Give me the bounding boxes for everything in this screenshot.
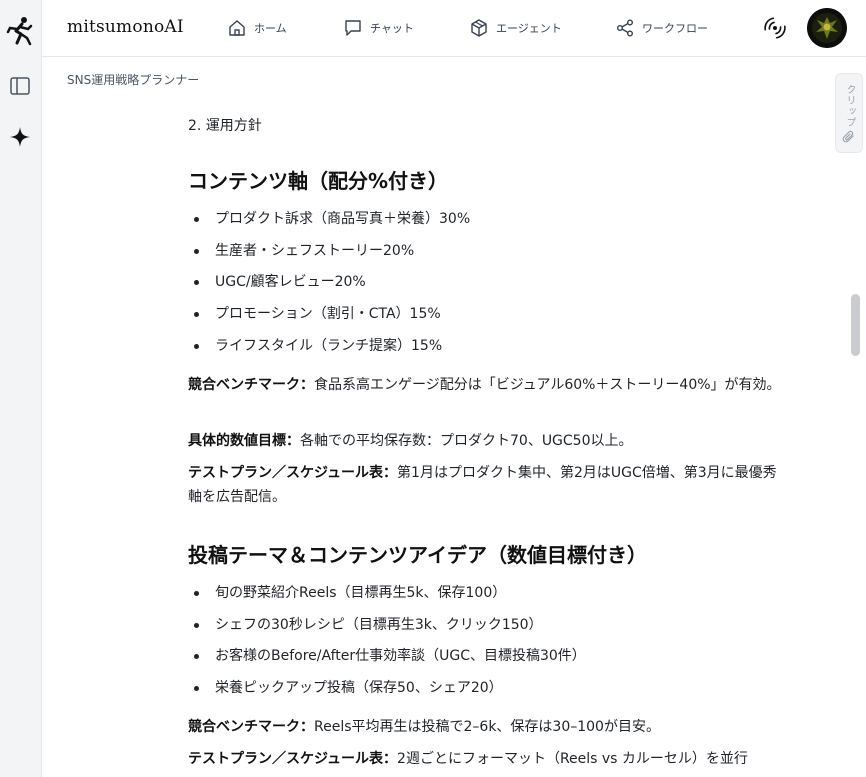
list-item: ライフスタイル（ランチ提案）15% [188, 336, 470, 368]
sparkle-icon[interactable] [9, 126, 31, 148]
chat-bubble-icon [345, 20, 361, 36]
sidebar-toggle-icon[interactable] [9, 75, 31, 97]
nav-agent[interactable]: エージェント [470, 17, 562, 39]
list-item: UGC/顧客レビュー20% [188, 272, 470, 304]
list-item: 旬の野菜紹介Reels（目標再生5k、保存100） [188, 583, 586, 615]
clip-tab-label: クリップ [844, 84, 855, 128]
broadcast-icon[interactable] [764, 17, 786, 39]
post-themes-list: 旬の野菜紹介Reels（目標再生5k、保存100） シェフの30秒レシピ（目標再… [188, 583, 586, 710]
test-plan-paragraph-2: テストプラン／スケジュール表：2週ごとにフォーマット（Reels vs カルーセ… [188, 747, 783, 771]
nav-chat-label: チャット [370, 22, 414, 35]
list-item: お客様のBefore/After仕事効率談（UGC、目標投稿30件） [188, 646, 586, 678]
scrollbar-thumb[interactable] [851, 294, 860, 356]
nav-chat[interactable]: チャット [344, 17, 414, 39]
avatar-figure-icon [807, 8, 847, 48]
nav-workflow[interactable]: ワークフロー [616, 17, 708, 39]
runner-logo-icon[interactable] [6, 16, 34, 46]
benchmark-label: 競合ベンチマーク： [188, 377, 314, 393]
list-item: シェフの30秒レシピ（目標再生3k、クリック150） [188, 615, 586, 647]
left-rail [0, 0, 42, 777]
brand-name[interactable]: mitsumonoAI [67, 17, 184, 37]
target-text: 各軸での平均保存数：プロダクト70、UGC50以上。 [300, 433, 633, 449]
section-heading-content-axis: コンテンツ軸（配分%付き） [188, 169, 449, 193]
list-item: プロモーション（割引・CTA）15% [188, 304, 470, 336]
paperclip-icon [842, 130, 854, 143]
test-plan-label: テストプラン／スケジュール表： [188, 465, 398, 481]
list-item: プロダクト訴求（商品写真＋栄養）30% [188, 209, 470, 241]
section-heading-post-themes: 投稿テーマ＆コンテンツアイデア（数値目標付き） [188, 543, 647, 567]
top-header: mitsumonoAI ホーム チャット エージェント ワークフロー [42, 0, 866, 57]
nav-home[interactable]: ホーム [228, 17, 287, 39]
list-item: 栄養ピックアップ投稿（保存50、シェア20） [188, 678, 586, 710]
test-plan-label-2: テストプラン／スケジュール表： [188, 751, 398, 767]
target-paragraph: 具体的数値目標：各軸での平均保存数：プロダクト70、UGC50以上。 [188, 429, 783, 453]
content-axis-list: プロダクト訴求（商品写真＋栄養）30% 生産者・シェフストーリー20% UGC/… [188, 209, 470, 367]
home-icon [229, 20, 245, 36]
benchmark-paragraph-2: 競合ベンチマーク：Reels平均再生は投稿で2–6k、保存は30–100が目安。 [188, 715, 783, 739]
benchmark-text-2: Reels平均再生は投稿で2–6k、保存は30–100が目安。 [314, 719, 660, 735]
nav-workflow-label: ワークフロー [642, 22, 708, 35]
section-label: 2. 運用方針 [188, 118, 262, 134]
breadcrumb[interactable]: SNS運用戦略プランナー [67, 71, 199, 88]
list-item: 生産者・シェフストーリー20% [188, 241, 470, 273]
test-plan-paragraph: テストプラン／スケジュール表：第1月はプロダクト集中、第2月はUGC倍増、第3月… [188, 461, 783, 509]
nav-agent-label: エージェント [496, 22, 562, 35]
avatar[interactable] [807, 8, 847, 48]
test-plan-text-2: 2週ごとにフォーマット（Reels vs カルーセル）を並行 [397, 751, 748, 767]
benchmark-label-2: 競合ベンチマーク： [188, 719, 314, 735]
clip-tab[interactable]: クリップ [835, 73, 863, 153]
nav-home-label: ホーム [254, 22, 287, 35]
share-nodes-icon [617, 19, 633, 37]
target-label: 具体的数値目標： [188, 433, 300, 449]
cube-icon [471, 19, 487, 37]
benchmark-paragraph: 競合ベンチマーク：食品系高エンゲージ配分は「ビジュアル60%＋ストーリー40%」… [188, 373, 783, 397]
benchmark-text: 食品系高エンゲージ配分は「ビジュアル60%＋ストーリー40%」が有効。 [314, 377, 781, 393]
